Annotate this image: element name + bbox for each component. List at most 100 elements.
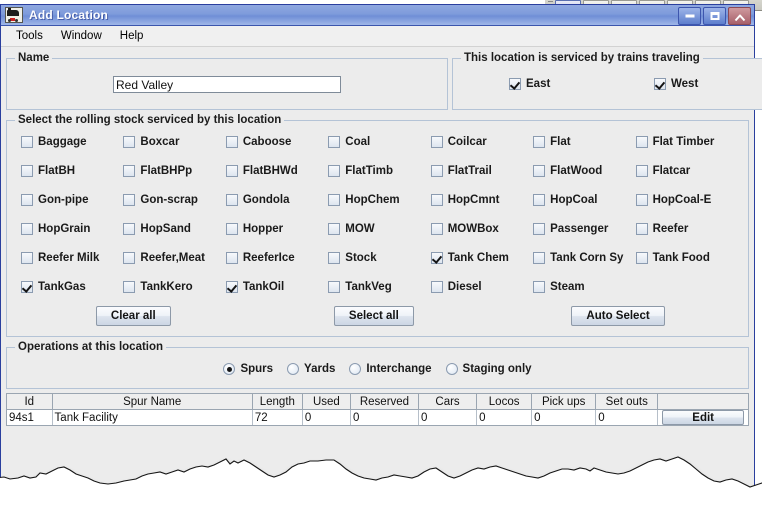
radio-yards[interactable]: Yards [287,363,335,375]
checkbox-label: Diesel [448,281,482,293]
menu-window[interactable]: Window [52,28,111,44]
checkbox-flatbhwd[interactable]: FlatBHWd [226,165,298,177]
location-name-input[interactable] [113,76,341,93]
checkbox-label: HopGrain [38,223,90,235]
column-header-cars[interactable]: Cars [419,394,477,410]
table-row[interactable]: 94s1 Tank Facility 72 0 0 0 0 0 0 Edit [7,410,748,426]
column-header-reserved[interactable]: Reserved [350,394,418,410]
checkbox-box [328,165,340,177]
column-header-pickups[interactable]: Pick ups [532,394,596,410]
rolling-stock-cell: Boxcar [123,136,225,151]
checkbox-flatbhpp[interactable]: FlatBHPp [123,165,192,177]
checkbox-flattimb[interactable]: FlatTimb [328,165,393,177]
minimize-button[interactable] [678,7,701,25]
menu-help[interactable]: Help [111,28,153,44]
minimize-icon [685,15,694,18]
column-header-setouts[interactable]: Set outs [596,394,658,410]
window-title: Add Location [29,8,108,22]
radio-label: Staging only [463,363,532,375]
cell-length: 72 [252,410,302,426]
column-header-locos[interactable]: Locos [477,394,532,410]
checkbox-stock[interactable]: Stock [328,252,376,264]
checkbox-steam[interactable]: Steam [533,281,585,293]
checkbox-reeferice[interactable]: ReeferIce [226,252,295,264]
rolling-stock-cell: Hopper [226,223,328,238]
rolling-stock-cell: Coilcar [431,136,533,151]
checkbox-hopgrain[interactable]: HopGrain [21,223,90,235]
column-header-id[interactable]: Id [7,394,52,410]
edit-track-button[interactable]: Edit [662,410,744,425]
checkbox-reefer[interactable]: Reefer [636,223,689,235]
checkbox-hopsand[interactable]: HopSand [123,223,190,235]
checkbox-tankgas[interactable]: TankGas [21,281,86,293]
checkbox-east-box [509,78,521,90]
checkbox-west[interactable]: West [654,78,698,90]
checkbox-coilcar[interactable]: Coilcar [431,136,487,148]
rolling-stock-cell: FlatTrail [431,165,533,180]
clear-all-button[interactable]: Clear all [96,306,171,326]
checkbox-box [123,281,135,293]
checkbox-mow[interactable]: MOW [328,223,374,235]
checkbox-gon-scrap[interactable]: Gon-scrap [123,194,198,206]
checkbox-tankoil[interactable]: TankOil [226,281,284,293]
checkbox-boxcar[interactable]: Boxcar [123,136,179,148]
checkbox-flatcar[interactable]: Flatcar [636,165,691,177]
column-header-length[interactable]: Length [252,394,302,410]
checkbox-box [328,252,340,264]
checkbox-label: Baggage [38,136,87,148]
rolling-stock-cell: Gon-scrap [123,194,225,209]
radio-staging-only[interactable]: Staging only [446,363,532,375]
checkbox-gon-pipe[interactable]: Gon-pipe [21,194,88,206]
checkbox-label: TankVeg [345,281,391,293]
window-titlebar[interactable]: Add Location [1,5,754,26]
checkbox-box [636,194,648,206]
checkbox-tank-food[interactable]: Tank Food [636,252,710,264]
checkbox-hopcoal[interactable]: HopCoal [533,194,597,206]
checkbox-label: ReeferIce [243,252,295,264]
column-header-spur-name[interactable]: Spur Name [52,394,252,410]
checkbox-box [431,194,443,206]
menu-tools[interactable]: Tools [7,28,52,44]
checkbox-hopchem[interactable]: HopChem [328,194,399,206]
checkbox-coal[interactable]: Coal [328,136,370,148]
checkbox-flat[interactable]: Flat [533,136,570,148]
checkbox-tankkero[interactable]: TankKero [123,281,192,293]
select-all-button[interactable]: Select all [334,306,414,326]
checkbox-flatwood[interactable]: FlatWood [533,165,602,177]
rolling-stock-cell: Flat Timber [636,136,738,151]
radio-spurs[interactable]: Spurs [223,363,273,375]
checkbox-flattrail[interactable]: FlatTrail [431,165,492,177]
checkbox-hopcmnt[interactable]: HopCmnt [431,194,500,206]
checkbox-label: Tank Food [653,252,710,264]
checkbox-hopper[interactable]: Hopper [226,223,283,235]
checkbox-flat-timber[interactable]: Flat Timber [636,136,715,148]
checkbox-tank-corn-sy[interactable]: Tank Corn Sy [533,252,623,264]
checkbox-tankveg[interactable]: TankVeg [328,281,391,293]
auto-select-button[interactable]: Auto Select [571,306,664,326]
checkbox-label: HopCoal [550,194,597,206]
checkbox-baggage[interactable]: Baggage [21,136,87,148]
checkbox-tank-chem[interactable]: Tank Chem [431,252,509,264]
checkbox-east[interactable]: East [509,78,550,90]
checkbox-hopcoal-e[interactable]: HopCoal-E [636,194,712,206]
checkbox-passenger[interactable]: Passenger [533,223,608,235]
rolling-stock-cell: Gon-pipe [21,194,123,209]
checkbox-gondola[interactable]: Gondola [226,194,290,206]
rolling-stock-cell: FlatBHPp [123,165,225,180]
close-button[interactable] [728,7,751,25]
column-header-used[interactable]: Used [302,394,350,410]
radio-interchange[interactable]: Interchange [349,363,431,375]
checkbox-mowbox[interactable]: MOWBox [431,223,499,235]
checkbox-flatbh[interactable]: FlatBH [21,165,75,177]
checkbox-caboose[interactable]: Caboose [226,136,292,148]
maximize-button[interactable] [703,7,726,25]
checkbox-diesel[interactable]: Diesel [431,281,482,293]
checkbox-label: Reefer,Meat [140,252,205,264]
checkbox-label: FlatBHPp [140,165,192,177]
rolling-stock-cell: Baggage [21,136,123,151]
radio-label: Interchange [366,363,431,375]
checkbox-label: HopSand [140,223,190,235]
checkbox-reefer-meat[interactable]: Reefer,Meat [123,252,205,264]
checkbox-reefer-milk[interactable]: Reefer Milk [21,252,99,264]
checkbox-label: HopCoal-E [653,194,712,206]
